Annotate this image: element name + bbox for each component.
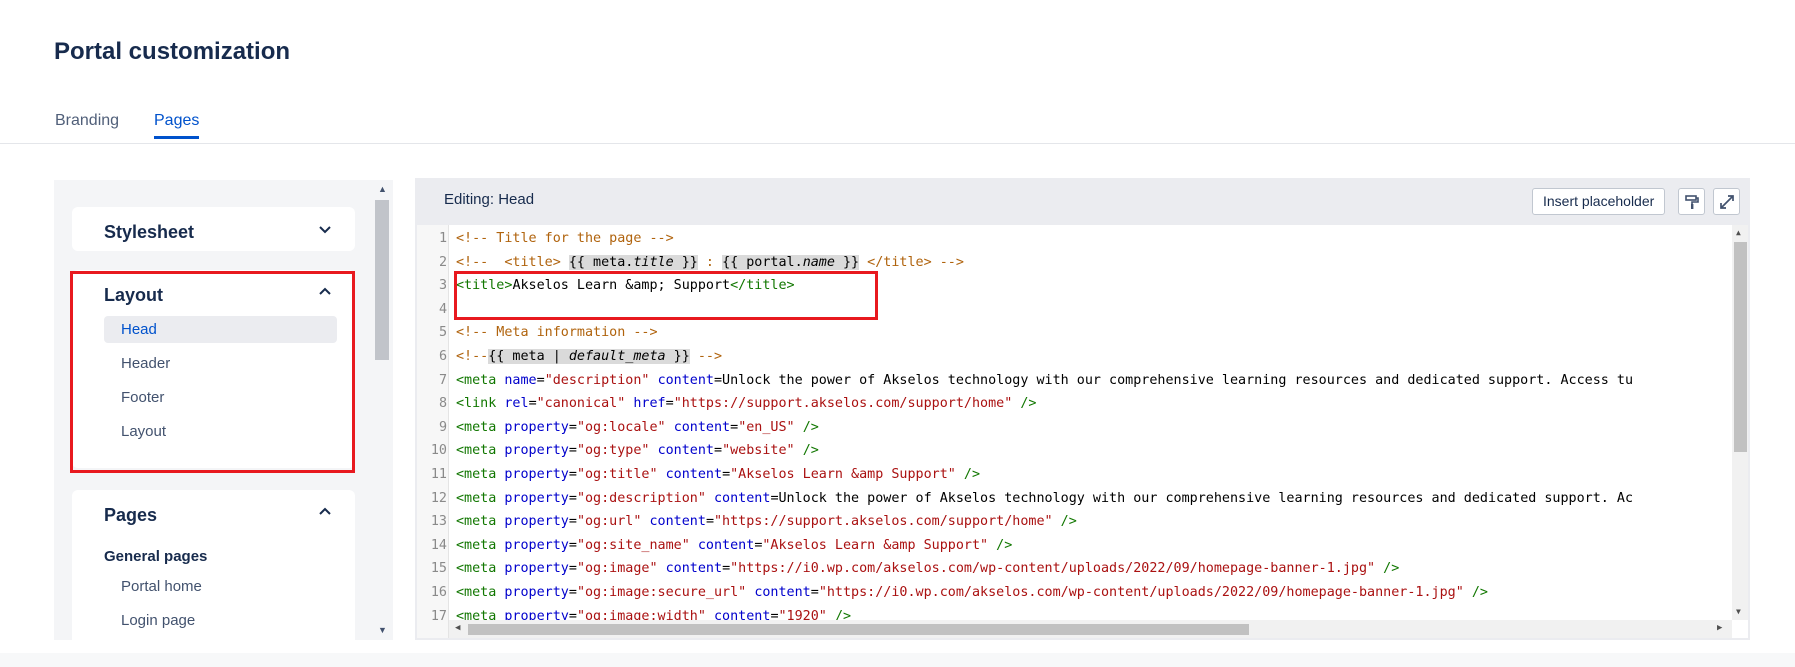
code-vertical-scrollbar[interactable]: ▲ ▼ (1732, 225, 1748, 620)
line-number: 8 (438, 396, 447, 412)
insert-placeholder-button[interactable]: Insert placeholder (1532, 188, 1666, 215)
stylesheet-label: Stylesheet (104, 222, 195, 242)
code-hscroll-thumb[interactable] (468, 624, 1249, 635)
code-line[interactable]: <link rel="canonical" href="https://supp… (456, 396, 1036, 411)
format-button[interactable] (1678, 188, 1705, 215)
sidebar-scroll-thumb[interactable] (375, 200, 389, 360)
code-horizontal-scrollbar[interactable]: ◀ ▶ (449, 620, 1732, 638)
line-number: 5 (438, 325, 447, 341)
bottom-bar (0, 653, 1795, 667)
code-line[interactable]: <!-- Title for the page --> (456, 231, 674, 246)
line-number: 10 (430, 443, 447, 459)
tab-bar: Branding Pages (0, 110, 1795, 144)
chevron-down-icon (319, 226, 331, 234)
line-number: 3 (438, 278, 447, 294)
code-line[interactable]: <meta property="og:url" content="https:/… (456, 514, 1077, 529)
editor-title: Editing: Head (444, 191, 535, 208)
stylesheet-header[interactable]: Stylesheet (72, 207, 355, 253)
code-scroll-up-icon[interactable]: ▲ (1736, 228, 1741, 237)
line-number-gutter: 1 2 3 4 5 6 7 8 9 10 11 12 13 14 15 16 17 (417, 225, 449, 638)
code-line[interactable]: <meta property="og:image" content="https… (456, 561, 1399, 576)
sidebar-scrollbar[interactable]: ▲ ▼ (371, 180, 393, 640)
general-pages-heading: General pages (104, 548, 208, 565)
line-number: 6 (438, 349, 447, 364)
pages-item-portal-home[interactable]: Portal home (104, 573, 337, 600)
line-number: 1 (438, 231, 447, 246)
code-line[interactable]: <meta name="description" content=Unlock … (456, 373, 1633, 388)
line-number: 15 (430, 561, 447, 577)
code-line[interactable]: <!-- <title> {{ meta.title }} : {{ porta… (456, 254, 964, 270)
code-line[interactable]: <meta property="og:title" content="Aksel… (456, 467, 980, 482)
title-tag-highlight-box (454, 271, 878, 320)
code-line[interactable]: <meta property="og:description" content=… (456, 491, 1633, 506)
code-line[interactable]: <meta property="og:image:secure_url" con… (456, 585, 1488, 600)
chevron-up-icon (319, 507, 331, 515)
portal-customization-page: Portal customization Branding Pages Styl… (0, 0, 1795, 667)
code-scroll-down-icon[interactable]: ▼ (1736, 607, 1741, 616)
line-number: 11 (430, 467, 447, 482)
code-line[interactable]: <meta property="og:locale" content="en_U… (456, 420, 819, 435)
code-editor-panel: Editing: Head Insert placeholder 1234567… (415, 178, 1750, 640)
line-number: 4 (438, 301, 447, 317)
scroll-up-arrow-icon[interactable]: ▲ (378, 184, 387, 194)
line-number: 12 (430, 490, 447, 506)
expand-icon (1720, 195, 1734, 209)
line-number: 14 (430, 537, 447, 553)
expand-button[interactable] (1713, 188, 1740, 215)
pages-header[interactable]: Pages (72, 490, 355, 536)
tab-pages[interactable]: Pages (154, 112, 200, 139)
pages-section: Pages General pages Portal home Login pa… (72, 490, 355, 640)
code-line[interactable]: <!-- Meta information --> (456, 325, 658, 340)
line-number: 7 (438, 372, 447, 388)
line-number: 13 (430, 514, 447, 530)
code-line[interactable]: <meta property="og:type" content="websit… (456, 443, 819, 458)
line-number: 2 (438, 254, 447, 270)
line-number: 16 (430, 585, 447, 600)
tab-branding[interactable]: Branding (55, 112, 119, 138)
line-number: 17 (430, 608, 447, 624)
stylesheet-section[interactable]: Stylesheet (72, 207, 355, 251)
layout-highlight-box (70, 271, 355, 473)
pages-label: Pages (104, 505, 158, 525)
format-brush-icon (1685, 195, 1699, 209)
scroll-down-arrow-icon[interactable]: ▼ (378, 625, 387, 635)
code-vscroll-thumb[interactable] (1734, 242, 1747, 452)
code-line[interactable]: <meta property="og:site_name" content="A… (456, 538, 1012, 553)
code-line[interactable]: <!--{{ meta | default_meta }} --> (456, 349, 722, 364)
line-number: 9 (438, 419, 447, 435)
code-scroll-left-icon[interactable]: ◀ (455, 623, 460, 633)
code-scroll-right-icon[interactable]: ▶ (1717, 623, 1722, 633)
page-title: Portal customization (54, 38, 291, 65)
pages-item-login-page[interactable]: Login page (104, 607, 337, 634)
